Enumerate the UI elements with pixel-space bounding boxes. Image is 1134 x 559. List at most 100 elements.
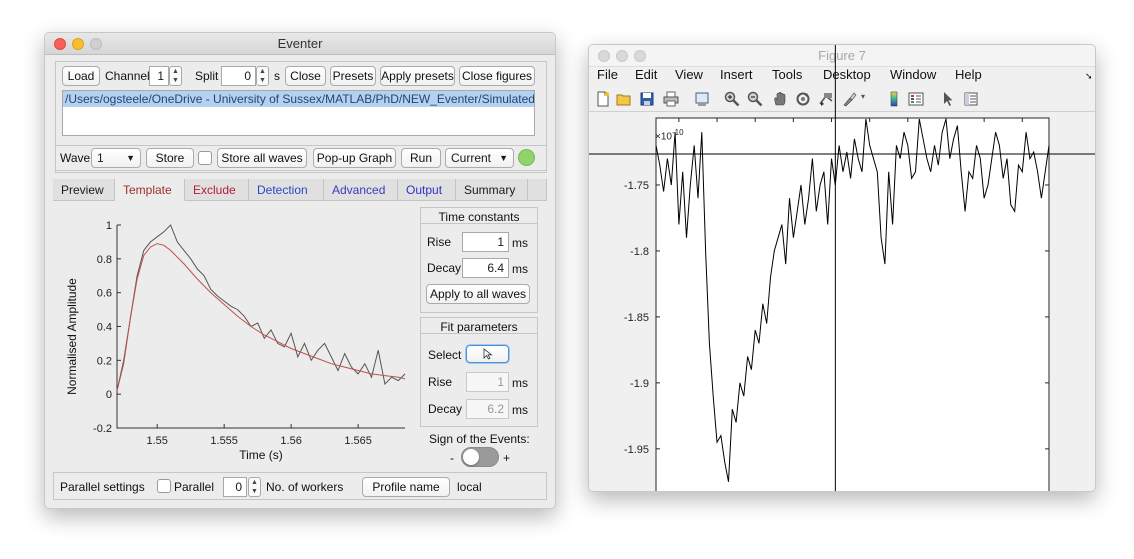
pointer-icon[interactable] bbox=[940, 91, 956, 107]
maximize-window-icon[interactable] bbox=[90, 38, 102, 50]
mode-select[interactable]: Current ▼ bbox=[445, 148, 514, 168]
brush-icon[interactable] bbox=[841, 91, 857, 107]
close-figures-button[interactable]: Close figures bbox=[459, 66, 535, 86]
decay-field[interactable]: 6.4 bbox=[462, 258, 509, 278]
fit-decay-unit: ms bbox=[512, 403, 528, 417]
split-field[interactable]: 0 bbox=[221, 66, 256, 86]
parallel-settings-label: Parallel settings bbox=[60, 480, 145, 494]
menu-edit[interactable]: Edit bbox=[635, 67, 657, 82]
tab-preview[interactable]: Preview bbox=[53, 179, 115, 201]
chevron-down-icon[interactable]: ▾ bbox=[861, 92, 865, 101]
load-button[interactable]: Load bbox=[62, 66, 100, 86]
time-constants-title: Time constants bbox=[438, 210, 520, 224]
fit-rise-label: Rise bbox=[428, 375, 453, 389]
store-checkbox[interactable] bbox=[198, 151, 212, 165]
close-window-icon[interactable] bbox=[54, 38, 66, 50]
store-button[interactable]: Store bbox=[146, 148, 194, 168]
save-icon[interactable] bbox=[639, 91, 655, 107]
x-tick-label: 1.555 bbox=[210, 435, 238, 447]
minimize-window-icon[interactable] bbox=[72, 38, 84, 50]
new-figure-icon[interactable] bbox=[595, 91, 611, 107]
channel-stepper[interactable]: ▲ ▼ bbox=[169, 66, 182, 86]
tab-label: Advanced bbox=[332, 183, 386, 197]
workers-stepper[interactable]: ▲ ▼ bbox=[248, 477, 261, 497]
print-icon[interactable] bbox=[663, 91, 679, 107]
data-cursor-icon[interactable] bbox=[818, 91, 834, 107]
divider bbox=[420, 333, 538, 334]
pan-icon[interactable] bbox=[772, 91, 788, 107]
y-tick-label: -1.8 bbox=[630, 246, 649, 258]
apply-presets-button[interactable]: Apply presets bbox=[380, 66, 455, 86]
workers-field[interactable]: 0 bbox=[223, 477, 247, 497]
zoom-in-icon[interactable] bbox=[724, 91, 740, 107]
figure-window: Figure 7 File Edit View Insert Tools Des… bbox=[588, 44, 1096, 492]
menu-tools[interactable]: Tools bbox=[772, 67, 802, 82]
fit-decay-field: 6.2 bbox=[466, 399, 509, 419]
parallel-checkbox[interactable] bbox=[157, 479, 171, 493]
divider bbox=[420, 223, 538, 224]
close-button[interactable]: Close bbox=[285, 66, 326, 86]
fit-rise-unit: ms bbox=[512, 376, 528, 390]
tab-template[interactable]: Template bbox=[115, 179, 185, 201]
axes-frame bbox=[116, 225, 405, 429]
dock-arrow-icon[interactable]: ➘ bbox=[1085, 71, 1093, 82]
menu-help[interactable]: Help bbox=[955, 67, 982, 82]
tab-advanced[interactable]: Advanced bbox=[324, 179, 398, 201]
sign-label: Sign of the Events: bbox=[429, 432, 530, 446]
tab-summary[interactable]: Summary bbox=[456, 179, 528, 201]
rise-unit: ms bbox=[512, 236, 528, 250]
split-label: Split bbox=[195, 69, 219, 83]
zoom-out-icon[interactable] bbox=[747, 91, 763, 107]
menu-file[interactable]: File bbox=[597, 67, 618, 82]
tab-label: Preview bbox=[61, 183, 104, 197]
y-tick-label: -1.75 bbox=[624, 180, 649, 192]
profile-name-button[interactable]: Profile name bbox=[362, 477, 450, 497]
wave-select[interactable]: 1 ▼ bbox=[91, 148, 141, 168]
rise-field[interactable]: 1 bbox=[462, 232, 509, 252]
minimize-window-icon[interactable] bbox=[616, 50, 628, 62]
y-axis-label: Normalised Amplitude bbox=[65, 278, 79, 395]
menu-view[interactable]: View bbox=[675, 67, 703, 82]
legend-icon[interactable] bbox=[908, 91, 924, 107]
y-tick-label: -1.95 bbox=[624, 444, 649, 456]
tab-output[interactable]: Output bbox=[398, 179, 456, 201]
open-folder-icon[interactable] bbox=[616, 91, 632, 107]
x-axis-label: Time (s) bbox=[239, 448, 283, 462]
exponent-power: -10 bbox=[671, 128, 684, 137]
tab-label: Output bbox=[406, 183, 443, 197]
y-tick-label: 0 bbox=[106, 389, 112, 401]
x-tick-label: 1.56 bbox=[280, 435, 301, 447]
tab-exclude[interactable]: Exclude bbox=[185, 179, 249, 201]
sign-toggle[interactable] bbox=[461, 447, 499, 467]
y-tick-label: 1 bbox=[106, 220, 112, 232]
y-tick-label: -1.9 bbox=[630, 378, 649, 390]
maximize-window-icon[interactable] bbox=[634, 50, 646, 62]
run-button[interactable]: Run bbox=[401, 148, 441, 168]
x-tick-label: 1.55 bbox=[146, 435, 167, 447]
channel-label: Channel bbox=[105, 69, 150, 83]
fit-rise-field: 1 bbox=[466, 372, 509, 392]
split-stepper[interactable]: ▲ ▼ bbox=[256, 66, 269, 86]
menu-window[interactable]: Window bbox=[890, 67, 936, 82]
select-button[interactable] bbox=[466, 345, 509, 363]
file-list-item[interactable]: /Users/ogsteele/OneDrive - University of… bbox=[63, 91, 534, 107]
presets-button[interactable]: Presets bbox=[330, 66, 376, 86]
tab-overflow bbox=[528, 179, 547, 201]
colorbar-icon[interactable] bbox=[886, 91, 902, 107]
channel-field[interactable]: 1 bbox=[149, 66, 169, 86]
file-list[interactable]: /Users/ogsteele/OneDrive - University of… bbox=[62, 90, 535, 136]
property-inspector-icon[interactable] bbox=[963, 91, 979, 107]
x-tick-label: 1.565 bbox=[344, 435, 372, 447]
menu-desktop[interactable]: Desktop bbox=[823, 67, 871, 82]
menu-insert[interactable]: Insert bbox=[720, 67, 753, 82]
close-window-icon[interactable] bbox=[598, 50, 610, 62]
store-all-waves-button[interactable]: Store all waves bbox=[217, 148, 307, 168]
trace-line bbox=[116, 224, 406, 391]
export-icon[interactable] bbox=[694, 91, 710, 107]
profile-value: local bbox=[457, 480, 482, 494]
rotate-icon[interactable] bbox=[795, 91, 811, 107]
exponent-label: ×10-10 bbox=[655, 128, 684, 142]
tab-detection[interactable]: Detection bbox=[249, 179, 324, 201]
popup-graph-button[interactable]: Pop-up Graph bbox=[313, 148, 396, 168]
apply-to-all-waves-button[interactable]: Apply to all waves bbox=[426, 284, 530, 304]
